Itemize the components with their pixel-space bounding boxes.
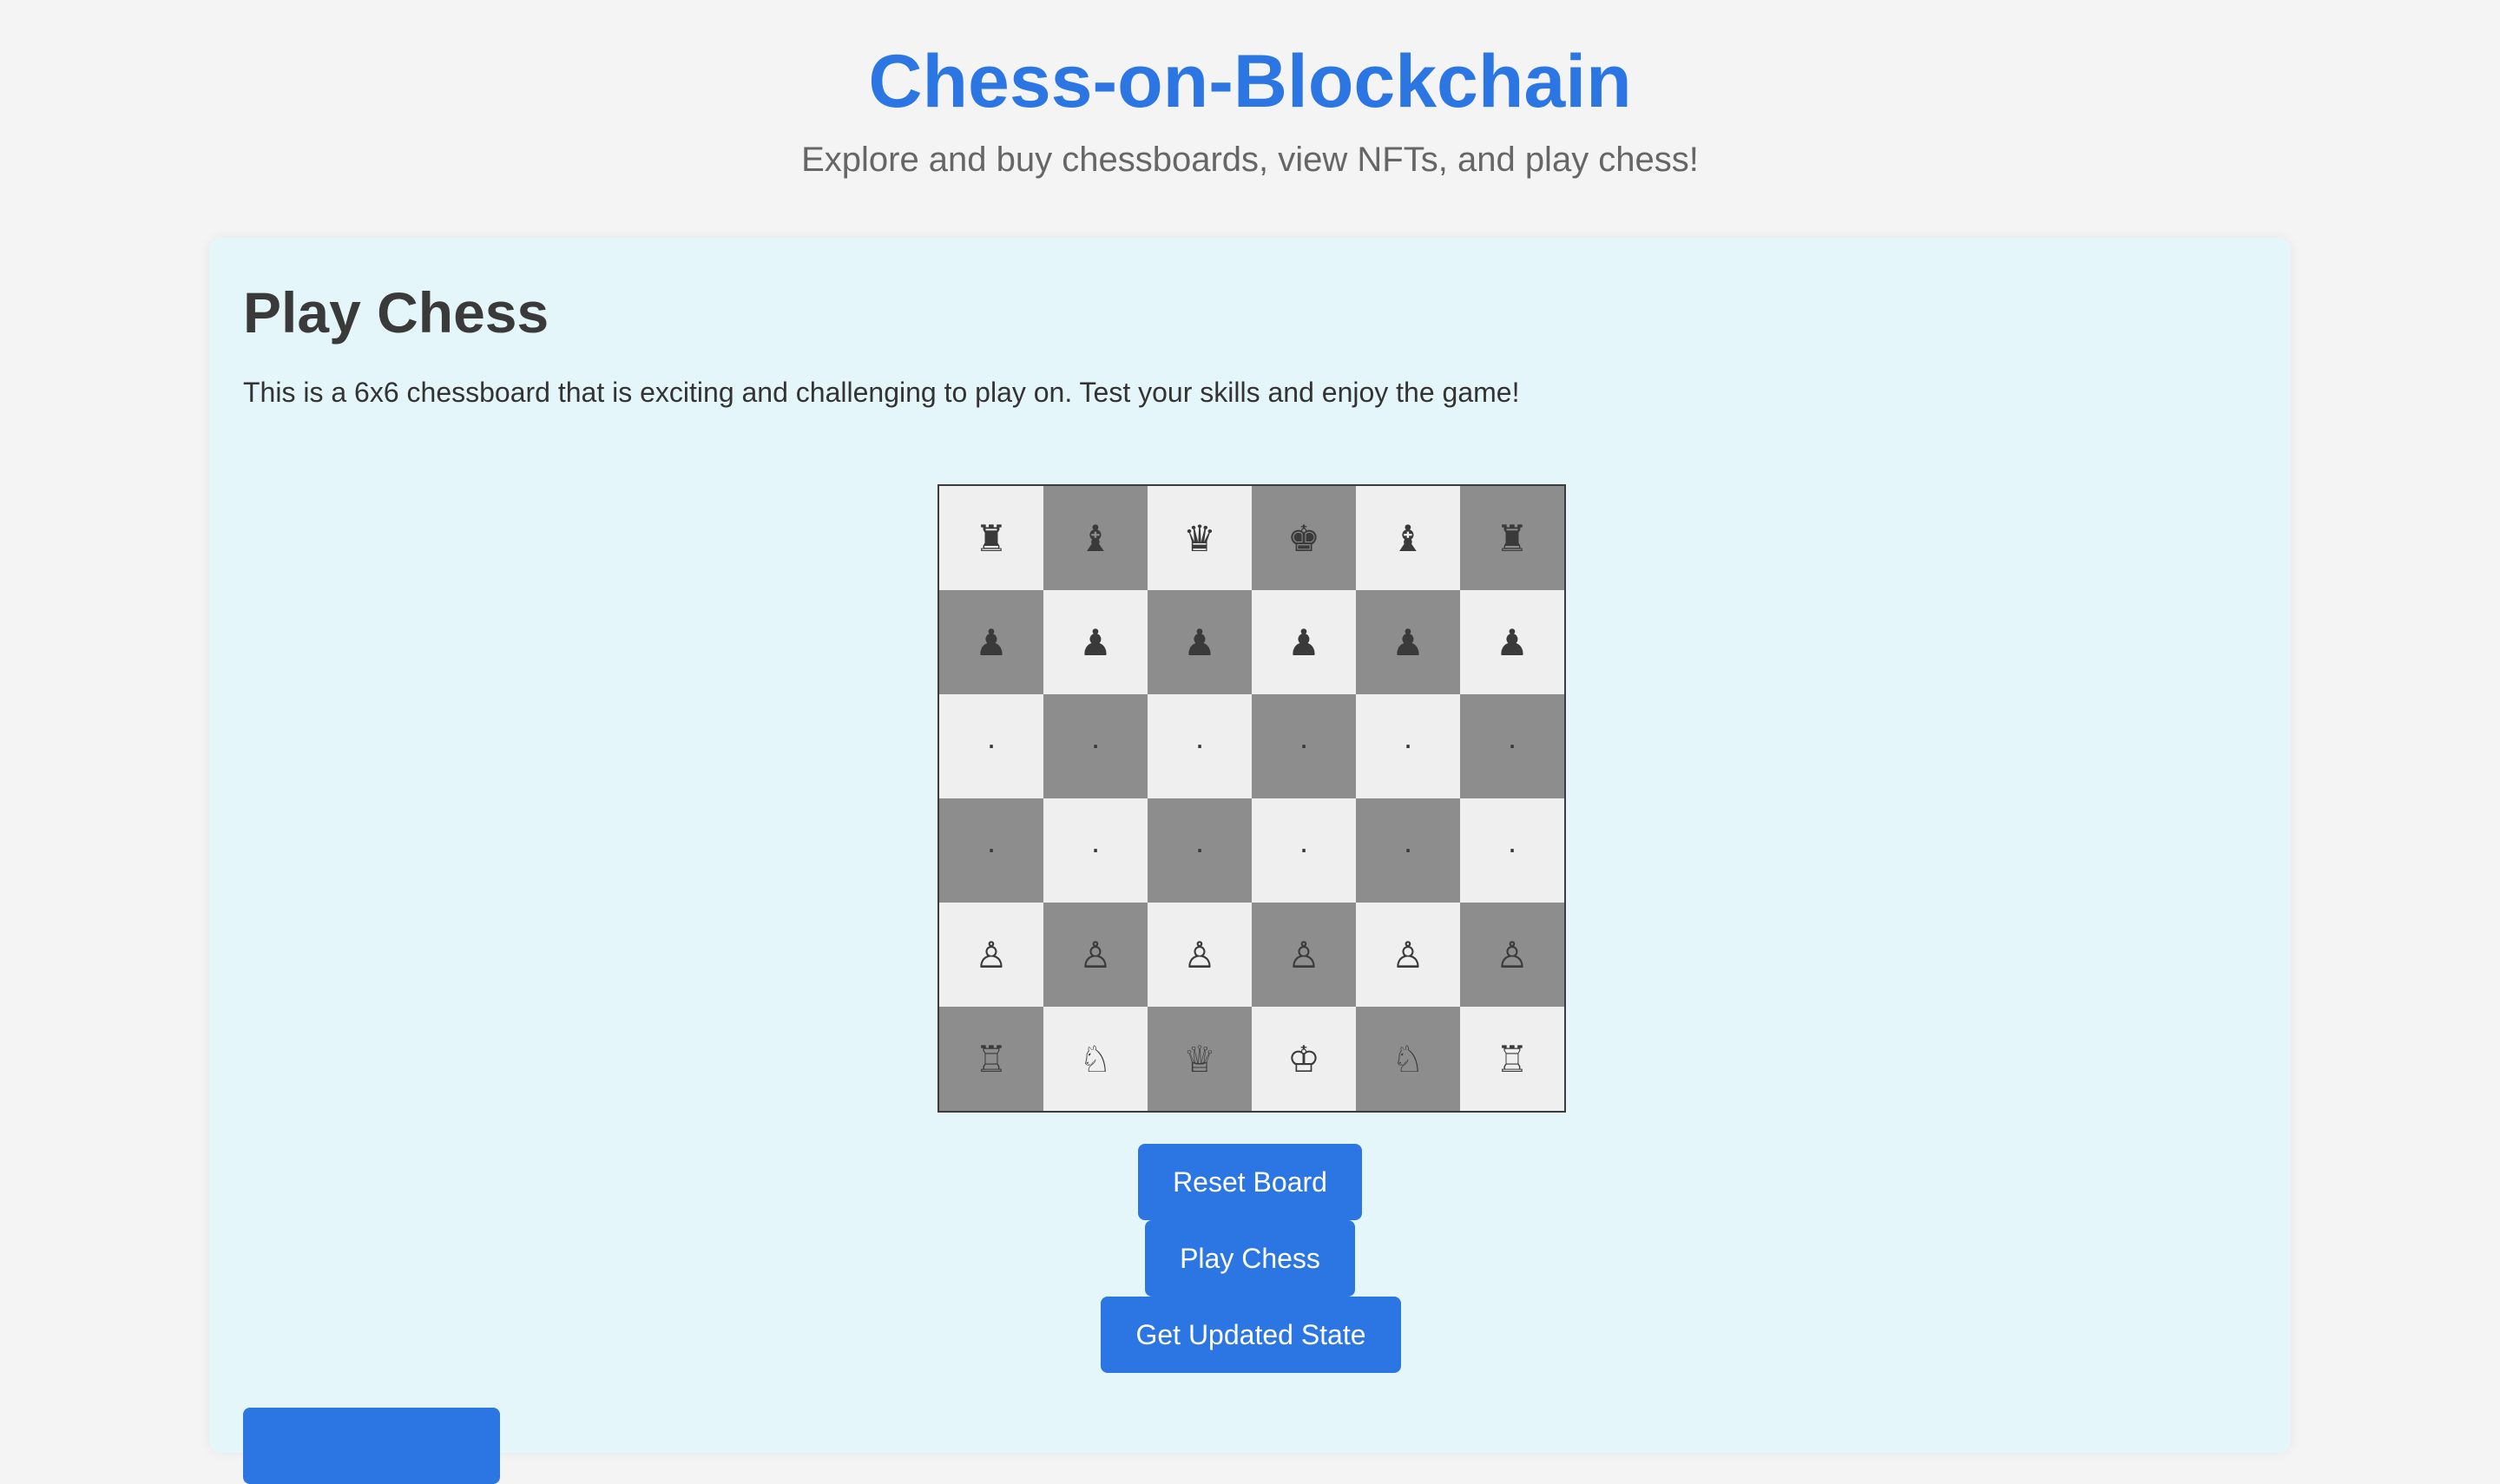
board-square[interactable]: · xyxy=(1252,798,1356,903)
board-square[interactable]: · xyxy=(1460,694,1564,798)
board-square[interactable]: ♙ xyxy=(1148,903,1252,1007)
board-square[interactable]: · xyxy=(1356,798,1460,903)
board-square[interactable]: ♙ xyxy=(1460,903,1564,1007)
board-square[interactable]: ♙ xyxy=(939,903,1043,1007)
board-square[interactable]: ♖ xyxy=(1460,1007,1564,1111)
board-square[interactable]: ♟ xyxy=(1460,590,1564,694)
board-square[interactable]: ♘ xyxy=(1356,1007,1460,1111)
board-square[interactable]: · xyxy=(939,798,1043,903)
board-square[interactable]: · xyxy=(1148,798,1252,903)
board-square[interactable]: ♛ xyxy=(1148,486,1252,590)
board-square[interactable]: ♝ xyxy=(1356,486,1460,590)
board-square[interactable]: ♔ xyxy=(1252,1007,1356,1111)
site-subtitle: Explore and buy chessboards, view NFTs, … xyxy=(801,141,1699,179)
board-square[interactable]: ♖ xyxy=(939,1007,1043,1111)
board-square[interactable]: · xyxy=(1043,694,1148,798)
board-square[interactable]: ♙ xyxy=(1043,903,1148,1007)
section-title: Play Chess xyxy=(243,280,549,345)
board-square[interactable]: ♙ xyxy=(1252,903,1356,1007)
board-square[interactable]: ♟ xyxy=(939,590,1043,694)
section-description: This is a 6x6 chessboard that is excitin… xyxy=(243,377,1520,408)
board-square[interactable]: ♚ xyxy=(1252,486,1356,590)
board-square[interactable]: ♘ xyxy=(1043,1007,1148,1111)
get-updated-state-button[interactable]: Get Updated State xyxy=(1101,1297,1401,1373)
board-square[interactable]: · xyxy=(1043,798,1148,903)
board-square[interactable]: ♟ xyxy=(1356,590,1460,694)
board-square[interactable]: ♟ xyxy=(1148,590,1252,694)
board-square[interactable]: ♟ xyxy=(1252,590,1356,694)
board-square[interactable]: · xyxy=(1252,694,1356,798)
board-square[interactable]: ♜ xyxy=(939,486,1043,590)
board-square[interactable]: ♜ xyxy=(1460,486,1564,590)
board-square[interactable]: · xyxy=(1148,694,1252,798)
site-title: Chess-on-Blockchain xyxy=(868,40,1632,123)
chessboard: ♜ ♝ ♛ ♚ ♝ ♜ ♟ ♟ ♟ ♟ ♟ ♟ · · · · · · · · · · · · ♙ ♙ ♙ ♙ ♙ ♙ ♖ ♘ ♕ ♔ ♘ ♖ xyxy=(938,484,1566,1113)
board-square[interactable]: ♕ xyxy=(1148,1007,1252,1111)
board-square[interactable]: · xyxy=(1356,694,1460,798)
board-square[interactable]: ♙ xyxy=(1356,903,1460,1007)
reset-board-button[interactable]: Reset Board xyxy=(1138,1144,1362,1220)
play-chess-button[interactable]: Play Chess xyxy=(1145,1220,1355,1297)
board-square[interactable]: · xyxy=(1460,798,1564,903)
board-square[interactable]: · xyxy=(939,694,1043,798)
play-chess-panel: Play Chess This is a 6x6 chessboard that… xyxy=(209,238,2291,1484)
bottom-button[interactable] xyxy=(243,1408,500,1484)
board-square[interactable]: ♝ xyxy=(1043,486,1148,590)
board-square[interactable]: ♟ xyxy=(1043,590,1148,694)
